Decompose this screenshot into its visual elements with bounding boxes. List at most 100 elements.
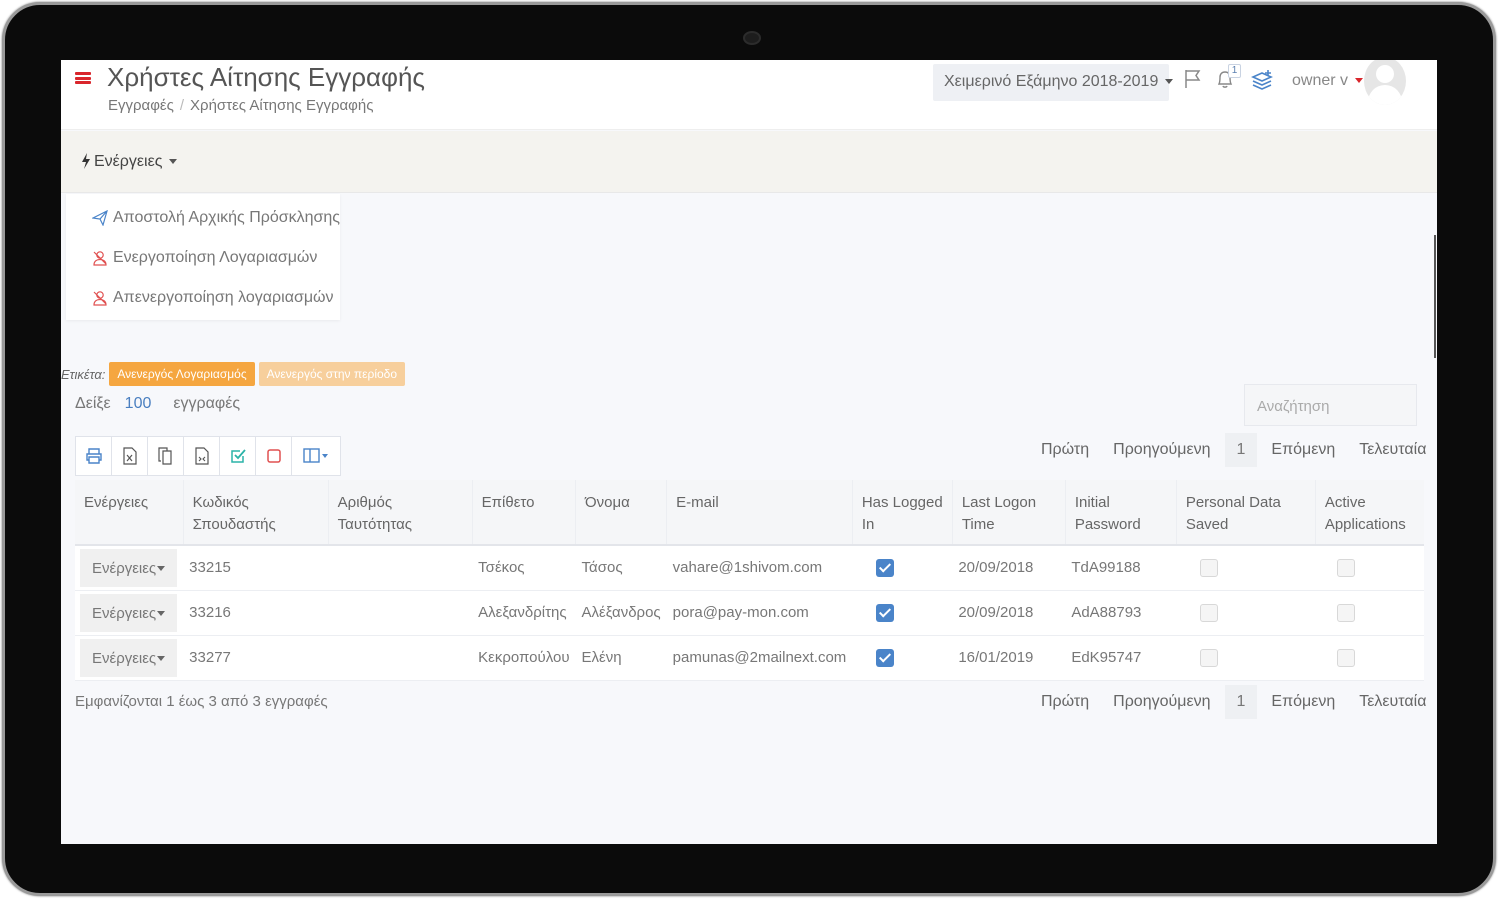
page-first[interactable]: Πρώτη xyxy=(1041,441,1089,459)
page-prev[interactable]: Προηγούμενη xyxy=(1113,693,1210,711)
copy-button[interactable] xyxy=(148,437,184,475)
col-has-logged-in[interactable]: Has Logged In xyxy=(852,480,953,546)
scrollbar[interactable] xyxy=(1434,235,1436,358)
personal-data-checkbox[interactable] xyxy=(1200,648,1219,667)
cell-last-logon: 20/09/2018 xyxy=(952,590,1066,636)
cell-email: pora@pay-mon.com xyxy=(666,590,853,636)
tag-inactive-period[interactable]: Ανενεργός στην περίοδο xyxy=(258,362,406,386)
page-length-prefix: Δείξε xyxy=(75,395,111,412)
cell-active-applications xyxy=(1315,545,1424,591)
user-icon xyxy=(93,291,107,306)
select-all-icon xyxy=(230,449,246,463)
col-personal-data[interactable]: Personal Data Saved xyxy=(1176,480,1316,546)
active-applications-checkbox[interactable] xyxy=(1337,648,1356,667)
col-student-code[interactable]: Κωδικός Σπουδαστής xyxy=(183,480,329,546)
print-icon xyxy=(85,448,102,464)
tag-inactive-account[interactable]: Ανενεργός Λογαριασμός xyxy=(109,362,255,386)
col-name[interactable]: Όνομα xyxy=(575,480,668,546)
user-icon xyxy=(93,251,107,266)
pagination-bottom: Πρώτη Προηγούμενη 1 Επόμενη Τελευταία xyxy=(1041,685,1437,719)
row-actions-button[interactable]: Ενέργειες xyxy=(80,638,178,677)
deselect-icon xyxy=(266,449,281,463)
user-menu[interactable]: owner v xyxy=(1292,72,1364,90)
print-button[interactable] xyxy=(76,437,112,475)
tags-label: Ετικέτα: xyxy=(61,366,106,382)
cell-logged-in xyxy=(852,545,953,591)
cell-email: pamunas@2mailnext.com xyxy=(666,635,853,681)
menu-item-send-invitation[interactable]: Αποστολή Αρχικής Πρόσκλησης xyxy=(92,209,340,227)
active-applications-checkbox[interactable] xyxy=(1337,558,1356,577)
row-actions-cell: Ενέργειες xyxy=(75,635,184,681)
page-prev[interactable]: Προηγούμενη xyxy=(1113,441,1210,459)
menu-icon[interactable] xyxy=(75,70,91,86)
page-length: Δείξε 100 εγγραφές xyxy=(75,395,240,413)
layers-icon[interactable] xyxy=(1250,68,1274,92)
page-current[interactable]: 1 xyxy=(1224,685,1258,719)
excel-button[interactable] xyxy=(112,437,148,475)
col-surname[interactable]: Επίθετο xyxy=(472,480,577,546)
cell-initial-password: AdA88793 xyxy=(1065,590,1177,636)
cell-id-number xyxy=(328,635,473,681)
personal-data-checkbox[interactable] xyxy=(1200,558,1219,577)
cell-code: 33277 xyxy=(183,635,329,681)
cell-surname: Αλεξανδρίτης xyxy=(472,590,576,636)
page-current[interactable]: 1 xyxy=(1224,433,1258,467)
chevron-down-icon xyxy=(157,656,166,662)
table-info: Εμφανίζονται 1 έως 3 από 3 εγγραφές xyxy=(75,693,328,710)
logged-in-checkbox[interactable] xyxy=(876,558,895,577)
col-active-applications[interactable]: Active Applications xyxy=(1315,480,1424,546)
page-next[interactable]: Επόμενη xyxy=(1271,441,1335,459)
menu-item-label: Ενεργοποίηση Λογαριασμών xyxy=(113,249,318,266)
semester-select[interactable]: Χειμερινό Εξάμηνο 2018-2019 xyxy=(933,64,1174,101)
avatar[interactable] xyxy=(1364,60,1406,105)
col-id-number[interactable]: Αριθμός Ταυτότητας xyxy=(328,480,473,546)
row-actions-button[interactable]: Ενέργειες xyxy=(80,593,178,632)
row-actions-button[interactable]: Ενέργειες xyxy=(80,548,178,587)
semester-value: Χειμερινό Εξάμηνο 2018-2019 xyxy=(944,73,1159,90)
cell-personal-data xyxy=(1176,635,1316,681)
cell-logged-in xyxy=(852,590,953,636)
flag-icon[interactable] xyxy=(1182,68,1206,92)
cell-active-applications xyxy=(1315,635,1424,681)
cell-name: Τάσος xyxy=(575,545,667,591)
logged-in-checkbox[interactable] xyxy=(876,603,895,622)
actions-dropdown-menu: Αποστολή Αρχικής Πρόσκλησης Ενεργοποίηση… xyxy=(66,194,340,320)
menu-item-activate-accounts[interactable]: Ενεργοποίηση Λογαριασμών xyxy=(92,249,317,267)
active-applications-checkbox[interactable] xyxy=(1337,603,1356,622)
breadcrumb-item-enrollments[interactable]: Εγγραφές xyxy=(108,97,174,114)
cell-surname: Κεκροπούλου xyxy=(472,635,576,681)
col-email[interactable]: E-mail xyxy=(666,480,853,546)
cell-id-number xyxy=(328,545,473,591)
row-actions-cell: Ενέργειες xyxy=(75,590,184,636)
bolt-icon xyxy=(81,153,91,174)
tag-legend: Ετικέτα: Ανενεργός Λογαριασμός Ανενεργός… xyxy=(61,362,409,386)
bell-icon[interactable]: 1 xyxy=(1214,64,1241,92)
select-all-button[interactable] xyxy=(220,437,256,475)
cell-personal-data xyxy=(1176,590,1316,636)
breadcrumb-item-current: Χρήστες Αίτησης Εγγραφής xyxy=(190,97,374,114)
page-last[interactable]: Τελευταία xyxy=(1359,693,1426,711)
pagination-top: Πρώτη Προηγούμενη 1 Επόμενη Τελευταία xyxy=(1041,433,1437,467)
page-next[interactable]: Επόμενη xyxy=(1271,693,1335,711)
page-last[interactable]: Τελευταία xyxy=(1359,441,1426,459)
cell-last-logon: 20/09/2018 xyxy=(952,545,1066,591)
chevron-down-icon xyxy=(1165,79,1174,85)
page-length-select[interactable]: 100 xyxy=(125,395,152,412)
col-last-logon[interactable]: Last Logon Time xyxy=(952,480,1066,546)
logged-in-checkbox[interactable] xyxy=(876,648,895,667)
send-icon xyxy=(92,210,108,226)
col-actions[interactable]: Ενέργειες xyxy=(75,480,184,546)
personal-data-checkbox[interactable] xyxy=(1200,603,1219,622)
cell-logged-in xyxy=(852,635,953,681)
csv-button[interactable] xyxy=(184,437,220,475)
search-input[interactable]: Αναζήτηση xyxy=(1244,384,1417,426)
cell-initial-password: TdA99188 xyxy=(1065,545,1177,591)
app-screen: Χρήστες Αίτησης Εγγραφής Εγγραφές / Χρήστε… xyxy=(61,60,1437,844)
menu-item-deactivate-accounts[interactable]: Απενεργοποίηση λογαριασμών xyxy=(92,289,334,307)
col-initial-password[interactable]: Initial Password xyxy=(1065,480,1177,546)
actions-dropdown-toggle[interactable]: Ενέργειες xyxy=(81,153,178,174)
deselect-button[interactable] xyxy=(256,437,292,475)
columns-button[interactable] xyxy=(292,437,340,475)
chevron-down-icon xyxy=(169,159,178,165)
page-first[interactable]: Πρώτη xyxy=(1041,693,1089,711)
